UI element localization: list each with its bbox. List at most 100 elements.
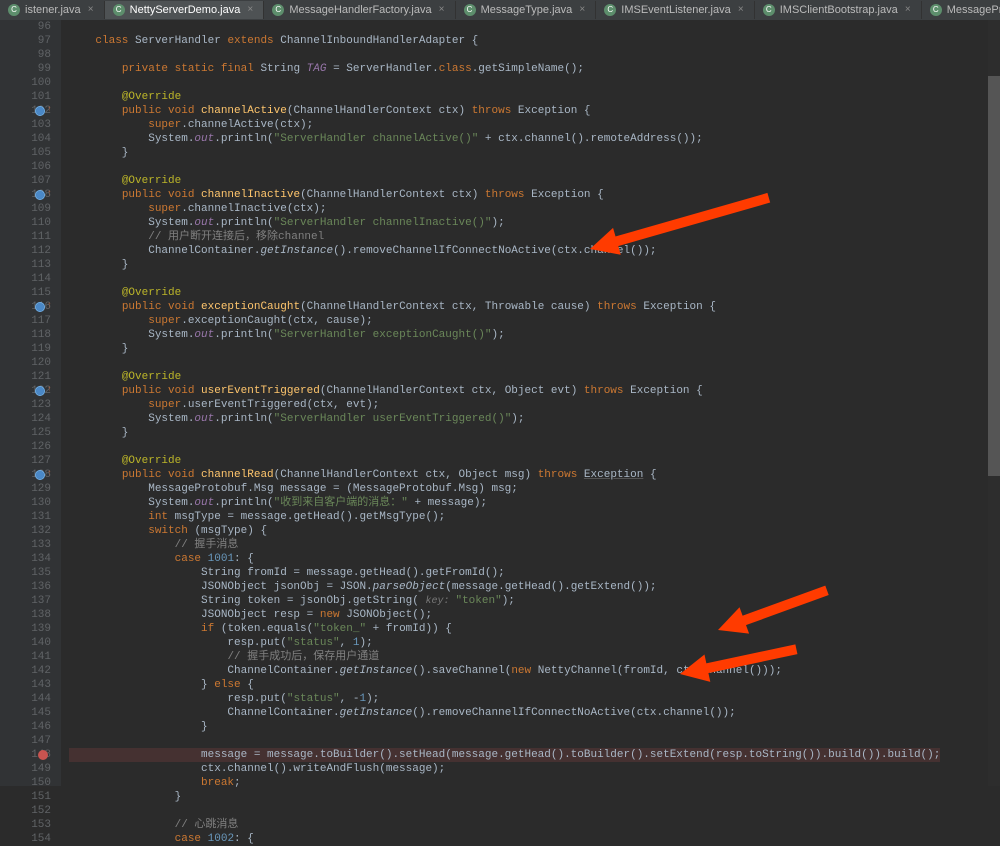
code-line[interactable]: ChannelContainer.getInstance().saveChann… (69, 664, 940, 678)
code-line[interactable]: super.channelInactive(ctx); (69, 202, 940, 216)
code-line[interactable]: case 1001: { (69, 552, 940, 566)
code-line[interactable]: } (69, 720, 940, 734)
code-line[interactable]: } (69, 426, 940, 440)
line-number[interactable]: 96 (0, 20, 51, 34)
line-number[interactable]: 134 (0, 552, 51, 566)
code-line[interactable]: switch (msgType) { (69, 524, 940, 538)
line-number[interactable]: 142 (0, 664, 51, 678)
code-line[interactable] (69, 76, 940, 90)
override-marker-icon[interactable] (36, 303, 44, 311)
line-number[interactable]: 137 (0, 594, 51, 608)
code-line[interactable]: } else { (69, 678, 940, 692)
code-line[interactable]: } (69, 146, 940, 160)
code-line[interactable]: @Override (69, 90, 940, 104)
code-line[interactable]: @Override (69, 174, 940, 188)
line-number[interactable]: 129 (0, 482, 51, 496)
line-number[interactable]: 138 (0, 608, 51, 622)
tab-imseventlistener-java[interactable]: CIMSEventListener.java× (596, 1, 754, 19)
code-line[interactable] (69, 272, 940, 286)
vertical-scrollbar[interactable] (988, 20, 1000, 786)
line-number[interactable]: 107 (0, 174, 51, 188)
code-line[interactable]: // 心跳消息 (69, 818, 940, 832)
line-number[interactable]: 119 (0, 342, 51, 356)
code-line[interactable]: super.channelActive(ctx); (69, 118, 940, 132)
close-icon[interactable]: × (245, 5, 255, 15)
line-number[interactable]: 151 (0, 790, 51, 804)
code-line[interactable] (69, 20, 940, 34)
line-number[interactable]: 143 (0, 678, 51, 692)
implements-marker-icon[interactable]: ↑ (47, 470, 52, 478)
line-number[interactable]: 117 (0, 314, 51, 328)
code-line[interactable]: System.out.println("ServerHandler channe… (69, 132, 940, 146)
line-number[interactable]: 112 (0, 244, 51, 258)
tab-messagehandlerfactory-java[interactable]: CMessageHandlerFactory.java× (264, 1, 455, 19)
code-line[interactable]: } (69, 790, 940, 804)
line-number[interactable]: 100 (0, 76, 51, 90)
line-number[interactable]: 101 (0, 90, 51, 104)
code-line[interactable]: public void channelRead(ChannelHandlerCo… (69, 468, 940, 482)
code-line[interactable]: MessageProtobuf.Msg message = (MessagePr… (69, 482, 940, 496)
line-number[interactable]: 146 (0, 720, 51, 734)
code-line[interactable] (69, 440, 940, 454)
line-number[interactable]: 144 (0, 692, 51, 706)
line-number[interactable]: 99 (0, 62, 51, 76)
close-icon[interactable]: × (86, 5, 96, 15)
line-number[interactable]: 126 (0, 440, 51, 454)
line-number[interactable]: 147 (0, 734, 51, 748)
line-number[interactable]: 113 (0, 258, 51, 272)
code-line[interactable] (69, 734, 940, 748)
tab-messagetype-java[interactable]: CMessageType.java× (456, 1, 597, 19)
line-number[interactable]: 124 (0, 412, 51, 426)
code-line[interactable] (69, 48, 940, 62)
tab-nettyserverdemo-java[interactable]: CNettyServerDemo.java× (105, 1, 265, 19)
breakpoint-icon[interactable] (38, 750, 48, 760)
implements-marker-icon[interactable]: ↑ (47, 106, 52, 114)
implements-marker-icon[interactable]: ↑ (47, 190, 52, 198)
code-line[interactable]: ChannelContainer.getInstance().removeCha… (69, 706, 940, 720)
line-number[interactable]: 152 (0, 804, 51, 818)
line-number[interactable]: 109 (0, 202, 51, 216)
code-line[interactable]: public void exceptionCaught(ChannelHandl… (69, 300, 940, 314)
close-icon[interactable]: × (577, 5, 587, 15)
line-number[interactable]: 153 (0, 818, 51, 832)
code-line[interactable]: super.userEventTriggered(ctx, evt); (69, 398, 940, 412)
line-number[interactable]: 121 (0, 370, 51, 384)
line-number[interactable]: 114 (0, 272, 51, 286)
code-line[interactable]: resp.put("status", 1); (69, 636, 940, 650)
override-marker-icon[interactable] (36, 107, 44, 115)
tab-messageprocessor-java[interactable]: CMessageProcessor.java× (922, 1, 1000, 19)
code-line[interactable]: break; (69, 776, 940, 790)
close-icon[interactable]: × (903, 5, 913, 15)
code-line[interactable]: ChannelContainer.getInstance().removeCha… (69, 244, 940, 258)
line-number[interactable]: 127 (0, 454, 51, 468)
line-number[interactable]: 132 (0, 524, 51, 538)
line-number[interactable]: 130 (0, 496, 51, 510)
line-number[interactable]: 125 (0, 426, 51, 440)
line-number[interactable]: 105 (0, 146, 51, 160)
code-line[interactable]: public void channelInactive(ChannelHandl… (69, 188, 940, 202)
tab-imsclientbootstrap-java[interactable]: CIMSClientBootstrap.java× (755, 1, 922, 19)
code-line[interactable]: } (69, 342, 940, 356)
close-icon[interactable]: × (736, 5, 746, 15)
line-number[interactable]: 141 (0, 650, 51, 664)
line-number[interactable]: 149 (0, 762, 51, 776)
code-line[interactable]: @Override (69, 370, 940, 384)
line-number[interactable]: 139 (0, 622, 51, 636)
line-number[interactable]: 133 (0, 538, 51, 552)
line-number[interactable]: 120 (0, 356, 51, 370)
code-line[interactable]: public void userEventTriggered(ChannelHa… (69, 384, 940, 398)
line-number[interactable]: 145 (0, 706, 51, 720)
line-number[interactable]: 131 (0, 510, 51, 524)
line-number[interactable]: 136 (0, 580, 51, 594)
code-line[interactable]: class ServerHandler extends ChannelInbou… (69, 34, 940, 48)
code-line[interactable]: int msgType = message.getHead().getMsgTy… (69, 510, 940, 524)
line-number[interactable]: 104 (0, 132, 51, 146)
code-line[interactable]: case 1002: { (69, 832, 940, 846)
close-icon[interactable]: × (437, 5, 447, 15)
line-number[interactable]: 115 (0, 286, 51, 300)
tab-istener-java[interactable]: Cistener.java× (0, 1, 105, 19)
line-number[interactable]: 150 (0, 776, 51, 790)
code-line[interactable]: public void channelActive(ChannelHandler… (69, 104, 940, 118)
code-line[interactable]: JSONObject resp = new JSONObject(); (69, 608, 940, 622)
code-line[interactable]: private static final String TAG = Server… (69, 62, 940, 76)
